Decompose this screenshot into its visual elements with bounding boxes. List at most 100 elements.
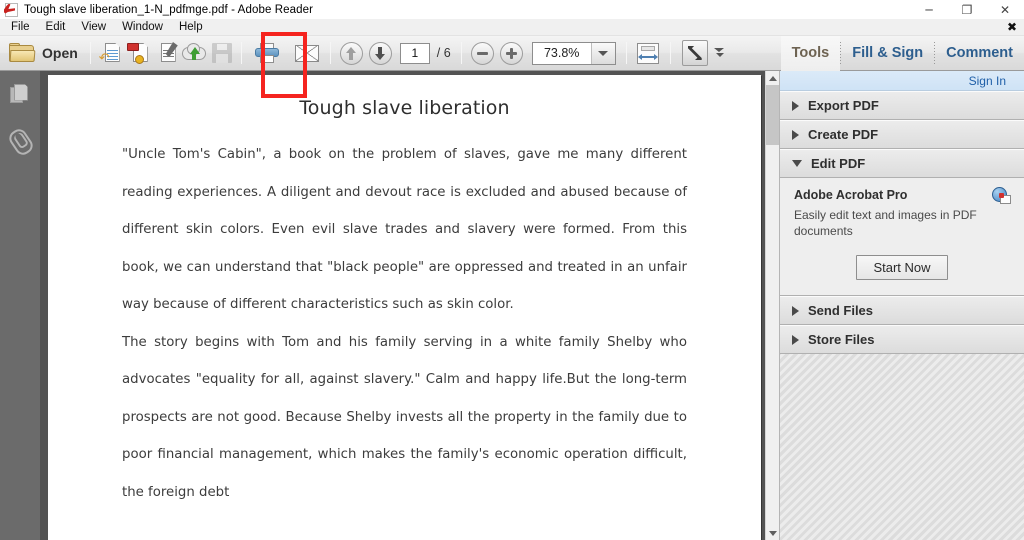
scroll-down-arrow-icon xyxy=(769,530,777,536)
open-folder-icon xyxy=(9,43,36,63)
product-name: Adobe Acrobat Pro xyxy=(794,188,908,202)
zoom-level-combobox[interactable]: 73.8% xyxy=(531,41,616,65)
cloud-upload-icon xyxy=(181,43,206,63)
store-files-panel[interactable]: Store Files xyxy=(780,325,1024,354)
printer-icon xyxy=(254,43,279,63)
next-page-button[interactable] xyxy=(368,41,392,65)
chevron-right-icon xyxy=(792,100,799,111)
send-files-label: Send Files xyxy=(808,303,874,318)
page-number-input[interactable]: 1 xyxy=(399,42,430,64)
attachments-button[interactable] xyxy=(0,117,40,163)
acrobat-globe-icon xyxy=(992,187,1011,204)
menu-item-help[interactable]: Help xyxy=(172,20,210,34)
zoom-level-value: 73.8% xyxy=(543,46,580,60)
start-now-button[interactable]: Start Now xyxy=(856,255,948,280)
toolbar-separator xyxy=(460,42,462,64)
edit-pdf-label: Edit PDF xyxy=(811,156,866,171)
export-pdf-label: Export PDF xyxy=(808,98,879,113)
document-rotate-icon: ↶ xyxy=(99,42,121,65)
previous-page-button[interactable] xyxy=(339,41,363,65)
menu-item-window[interactable]: Window xyxy=(115,20,170,34)
tab-tools[interactable]: Tools xyxy=(780,35,841,71)
close-button[interactable]: ✕ xyxy=(986,0,1024,19)
sign-in-link[interactable]: Sign In xyxy=(969,74,1006,88)
send-files-panel[interactable]: Send Files xyxy=(780,296,1024,325)
arrow-down-circle-icon xyxy=(375,53,386,60)
chevron-right-icon xyxy=(792,334,799,345)
window-title: Tough slave liberation_1-N_pdfmge.pdf - … xyxy=(24,3,314,16)
chevron-down-icon xyxy=(792,160,802,167)
edit-pdf-panel-body: Adobe Acrobat Pro Easily edit text and i… xyxy=(780,178,1024,296)
page-thumbnails-icon xyxy=(10,83,30,105)
export-pdf-panel[interactable]: Export PDF xyxy=(780,91,1024,120)
title-bar: Tough slave liberation_1-N_pdfmge.pdf - … xyxy=(0,0,1024,19)
sign-document-button[interactable] xyxy=(152,39,180,67)
adobe-acrobat-icon xyxy=(4,2,20,18)
fit-width-button[interactable] xyxy=(634,39,662,67)
document-paragraph: "Uncle Tom's Cabin", a book on the probl… xyxy=(122,147,687,312)
menu-item-view[interactable]: View xyxy=(74,20,113,34)
store-files-label: Store Files xyxy=(808,332,875,347)
minimize-button[interactable]: ─ xyxy=(910,0,948,19)
toolbar-overflow-button[interactable] xyxy=(712,40,728,66)
tab-comment[interactable]: Comment xyxy=(935,36,1024,71)
open-file-button[interactable]: Open xyxy=(0,39,85,67)
document-paragraph: The story begins with Tom and his family… xyxy=(122,334,687,500)
open-button-label: Open xyxy=(42,45,78,61)
paperclip-icon xyxy=(9,128,31,152)
chevron-right-icon xyxy=(792,129,799,140)
page-count-label: / 6 xyxy=(436,46,451,60)
edit-pdf-panel[interactable]: Edit PDF xyxy=(780,149,1024,178)
document-pen-icon xyxy=(155,42,178,64)
menu-item-file[interactable]: File xyxy=(4,20,37,34)
fullscreen-button[interactable] xyxy=(681,40,708,66)
zoom-dropdown-button[interactable] xyxy=(590,42,615,64)
fit-width-icon xyxy=(636,42,659,64)
envelope-icon xyxy=(294,44,319,62)
create-pdf-panel[interactable]: Create PDF xyxy=(780,120,1024,149)
double-chevron-down-icon xyxy=(714,48,725,58)
save-a-copy-button[interactable]: ↶ xyxy=(96,39,124,67)
floppy-save-icon xyxy=(211,43,232,63)
scroll-up-arrow-icon xyxy=(769,75,777,81)
zoom-in-button[interactable] xyxy=(499,41,523,65)
create-pdf-button[interactable] xyxy=(124,39,152,67)
document-title: Tough slave liberation xyxy=(299,97,510,119)
adobe-reader-window: Tough slave liberation_1-N_pdfmge.pdf - … xyxy=(0,0,1024,540)
sign-in-bar: Sign In xyxy=(780,71,1024,91)
toolbar-separator xyxy=(669,42,671,64)
document-vertical-scrollbar[interactable] xyxy=(765,71,780,540)
toolbar-separator xyxy=(625,42,627,64)
save-file-button[interactable] xyxy=(208,39,236,67)
product-description: Easily edit text and images in PDF docum… xyxy=(794,208,977,238)
chevron-down-icon xyxy=(598,50,609,56)
toolbar-separator xyxy=(89,42,91,64)
scrollbar-thumb[interactable] xyxy=(766,85,780,145)
minus-circle-icon xyxy=(476,51,488,55)
scroll-down-button[interactable] xyxy=(766,526,780,540)
document-viewport[interactable]: Tough slave liberation "Uncle Tom's Cabi… xyxy=(40,71,765,540)
scroll-up-button[interactable] xyxy=(766,71,780,85)
toolbar-separator xyxy=(329,42,331,64)
close-document-icon[interactable]: ✖ xyxy=(1007,20,1017,34)
task-pane: Sign In Export PDF Create PDF Edit PDF A… xyxy=(779,71,1024,540)
restore-button[interactable]: ❐ xyxy=(948,0,986,19)
toolbar-separator xyxy=(240,42,242,64)
toolbar-task-tabs: Tools Fill & Sign Comment xyxy=(780,35,1024,71)
page-thumbnails-button[interactable] xyxy=(0,71,40,117)
zoom-out-button[interactable] xyxy=(470,41,494,65)
tab-fill-and-sign[interactable]: Fill & Sign xyxy=(841,36,934,71)
chevron-right-icon xyxy=(792,305,799,316)
fullscreen-diagonal-icon xyxy=(687,45,703,61)
create-pdf-icon xyxy=(126,42,149,64)
window-controls: ─ ❐ ✕ xyxy=(910,0,1024,19)
menu-item-edit[interactable]: Edit xyxy=(39,20,73,34)
navigation-rail xyxy=(0,71,40,540)
pdf-page: Tough slave liberation "Uncle Tom's Cabi… xyxy=(48,75,761,540)
menu-bar: File Edit View Window Help ✖ xyxy=(0,19,1024,36)
print-file-button[interactable] xyxy=(253,39,281,67)
create-pdf-label: Create PDF xyxy=(808,127,879,142)
upload-cloud-button[interactable] xyxy=(180,39,208,67)
main-toolbar: Open ↶ 1 / 6 73.8% Tools Fill & Sign Com… xyxy=(0,35,1024,71)
email-file-button[interactable] xyxy=(293,39,321,67)
